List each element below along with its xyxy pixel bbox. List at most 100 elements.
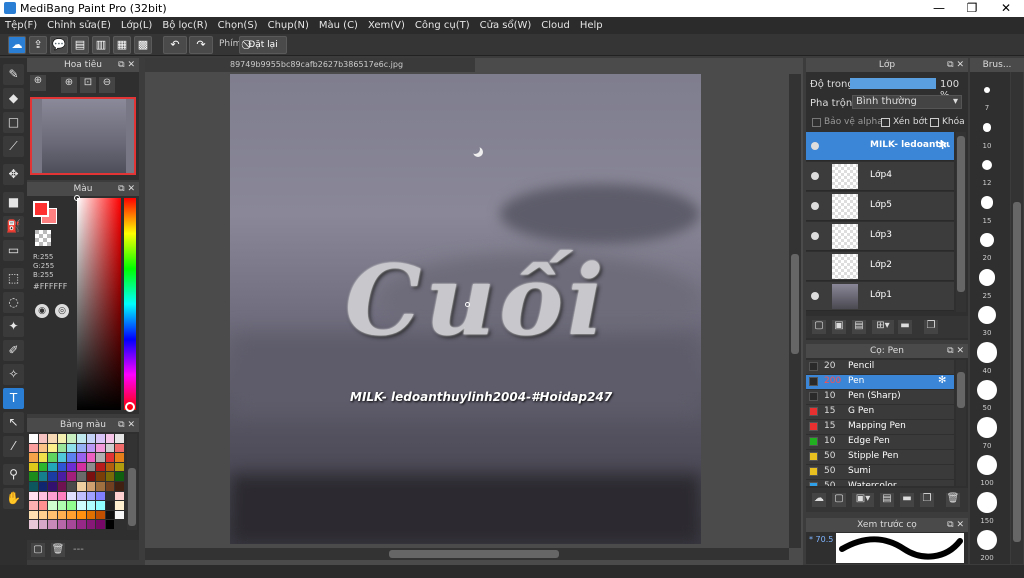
palette-swatch[interactable] xyxy=(48,501,57,510)
palette-swatch[interactable] xyxy=(86,482,96,491)
canvas-horizontal-scrollbar[interactable] xyxy=(145,548,789,560)
palette-swatch[interactable] xyxy=(48,443,57,453)
brush-item[interactable]: 50 Stipple Pen xyxy=(806,450,954,464)
menu-item[interactable]: Tệp(F) xyxy=(0,17,42,34)
menu-item[interactable]: Chỉnh sửa(E) xyxy=(42,17,116,34)
brush-item[interactable]: 10 Edge Pen xyxy=(806,435,954,449)
panel-detach-close-icon[interactable]: ⧉ ✕ xyxy=(118,182,135,196)
palette-swatch[interactable] xyxy=(38,443,48,453)
palette-scroll-thumb[interactable] xyxy=(128,468,136,526)
palette-swatch[interactable] xyxy=(57,520,67,529)
palette-swatch[interactable] xyxy=(67,443,76,453)
canvas-vscroll-thumb[interactable] xyxy=(791,254,799,354)
palette-swatch[interactable] xyxy=(57,453,67,462)
brush-folder-icon[interactable]: ▬ xyxy=(900,493,914,507)
rect-tool-icon[interactable]: □ xyxy=(3,112,24,133)
palette-swatch[interactable] xyxy=(48,482,57,491)
palette-swatch[interactable] xyxy=(77,434,86,443)
palette-swatch[interactable] xyxy=(29,472,38,481)
brush-size-option[interactable]: 40 xyxy=(970,342,1004,379)
palette-swatch[interactable] xyxy=(86,462,96,472)
zoom-out-icon[interactable]: ⊖ xyxy=(99,77,115,93)
panel-detach-close-icon[interactable]: ⧉ ✕ xyxy=(947,518,964,532)
divide-tool-icon[interactable]: ⁄ xyxy=(3,436,24,457)
palette-settings-icon[interactable]: ◎ xyxy=(55,304,69,318)
palette-swatch[interactable] xyxy=(77,510,86,520)
palette-swatch[interactable] xyxy=(57,491,67,501)
brush-settings-icon[interactable]: ▤ xyxy=(880,493,894,507)
brush-item[interactable]: 15 Mapping Pen xyxy=(806,420,954,434)
brush-size-option[interactable]: 50 xyxy=(970,379,1004,416)
transparent-color-swatch[interactable] xyxy=(35,230,51,246)
palette-swatch[interactable] xyxy=(115,482,124,491)
zoom-in-icon[interactable]: ⊕ xyxy=(30,75,46,91)
palette-swatch[interactable] xyxy=(105,434,115,443)
palette-swatch[interactable] xyxy=(96,472,105,481)
brush-size-option[interactable]: 30 xyxy=(970,305,1004,341)
brush-menu-icon[interactable]: ▣▾ xyxy=(852,493,874,507)
canvas-hscroll-thumb[interactable] xyxy=(389,550,559,558)
brush-tool-icon[interactable]: ✎ xyxy=(3,64,24,85)
color-picker-cursor[interactable] xyxy=(74,195,80,201)
palette-swatch[interactable] xyxy=(48,462,57,472)
brush-size-option[interactable]: 150 xyxy=(970,492,1004,529)
hue-slider-handle[interactable] xyxy=(125,402,135,412)
palette-swatch[interactable] xyxy=(38,434,48,443)
fill-rect-tool-icon[interactable]: ■ xyxy=(3,192,24,213)
palette-swatch[interactable] xyxy=(115,472,124,481)
layer-visibility-icon[interactable] xyxy=(811,262,819,270)
comment-icon[interactable]: 💬 xyxy=(50,36,68,54)
redo-icon[interactable]: ↷ xyxy=(189,36,213,54)
palette-swatch[interactable] xyxy=(67,491,76,501)
menu-item[interactable]: Màu (C) xyxy=(314,17,363,34)
menu-item[interactable]: Công cụ(T) xyxy=(410,17,475,34)
palette-swatch[interactable] xyxy=(38,520,48,529)
brush-size-option[interactable]: 200 xyxy=(970,529,1004,564)
palette-swatch[interactable] xyxy=(67,482,76,491)
gradient-tool-icon[interactable]: ▭ xyxy=(3,240,24,261)
brush-size-option[interactable]: 20 xyxy=(970,230,1004,266)
cloud-sync-icon[interactable]: ☁ xyxy=(8,36,26,54)
brush-list-scroll-thumb[interactable] xyxy=(957,372,965,408)
palette-swatch[interactable] xyxy=(115,443,124,453)
palette-swatch[interactable] xyxy=(77,453,86,462)
lock-checkbox[interactable] xyxy=(930,118,939,127)
palette-swatch[interactable] xyxy=(67,472,76,481)
bucket-tool-icon[interactable]: ⛽ xyxy=(3,216,24,237)
layer-row[interactable]: MILK- ledoanthuylinh2004✻ xyxy=(806,132,954,161)
brush-item[interactable]: 200 Pen ✻ xyxy=(806,375,954,389)
layer-row[interactable]: Lớp1 xyxy=(806,282,954,311)
add-layer-menu-icon[interactable]: ⊞▾ xyxy=(872,320,894,334)
palette-swatch[interactable] xyxy=(86,501,96,510)
new-brush-icon[interactable]: ▢ xyxy=(832,493,846,507)
blend-mode-select[interactable]: Bình thường ▾ xyxy=(852,95,962,109)
palette-swatch[interactable] xyxy=(38,510,48,520)
palette-add-icon[interactable]: ◉ xyxy=(35,304,49,318)
palette-swatch[interactable] xyxy=(57,510,67,520)
palette-swatch[interactable] xyxy=(77,491,86,501)
palette-swatch[interactable] xyxy=(105,482,115,491)
primary-color-swatch[interactable] xyxy=(33,201,49,217)
palette-swatch[interactable] xyxy=(96,434,105,443)
menu-item[interactable]: Chụp(N) xyxy=(263,17,314,34)
layer-row[interactable]: Lớp5 xyxy=(806,192,954,221)
layer-visibility-icon[interactable] xyxy=(811,172,819,180)
palette-swatch[interactable] xyxy=(29,491,38,501)
layer-row[interactable]: Lớp4 xyxy=(806,162,954,191)
layer-scrollbar[interactable] xyxy=(956,132,966,312)
new-color-layer-icon[interactable]: ▣ xyxy=(832,320,846,334)
panel-icon[interactable]: ▤ xyxy=(71,36,89,54)
brush-size-option[interactable]: 25 xyxy=(970,268,1004,304)
palette-swatch[interactable] xyxy=(29,520,38,529)
brush-duplicate-icon[interactable]: ❐ xyxy=(920,493,934,507)
brush-item[interactable]: 10 Pen (Sharp) xyxy=(806,390,954,404)
palette-swatch[interactable] xyxy=(115,510,124,520)
tile-icon[interactable]: ▩ xyxy=(134,36,152,54)
duplicate-layer-icon[interactable]: ❐ xyxy=(924,320,938,334)
layer-row[interactable]: Lớp2 xyxy=(806,252,954,281)
palette-swatch[interactable] xyxy=(29,443,38,453)
palette-swatch[interactable] xyxy=(105,491,115,501)
undo-icon[interactable]: ↶ xyxy=(163,36,187,54)
artwork-canvas[interactable]: Cuối MILK- ledoanthuylinh2004-#Hoidap247 xyxy=(230,74,701,544)
palette-swatch[interactable] xyxy=(96,510,105,520)
